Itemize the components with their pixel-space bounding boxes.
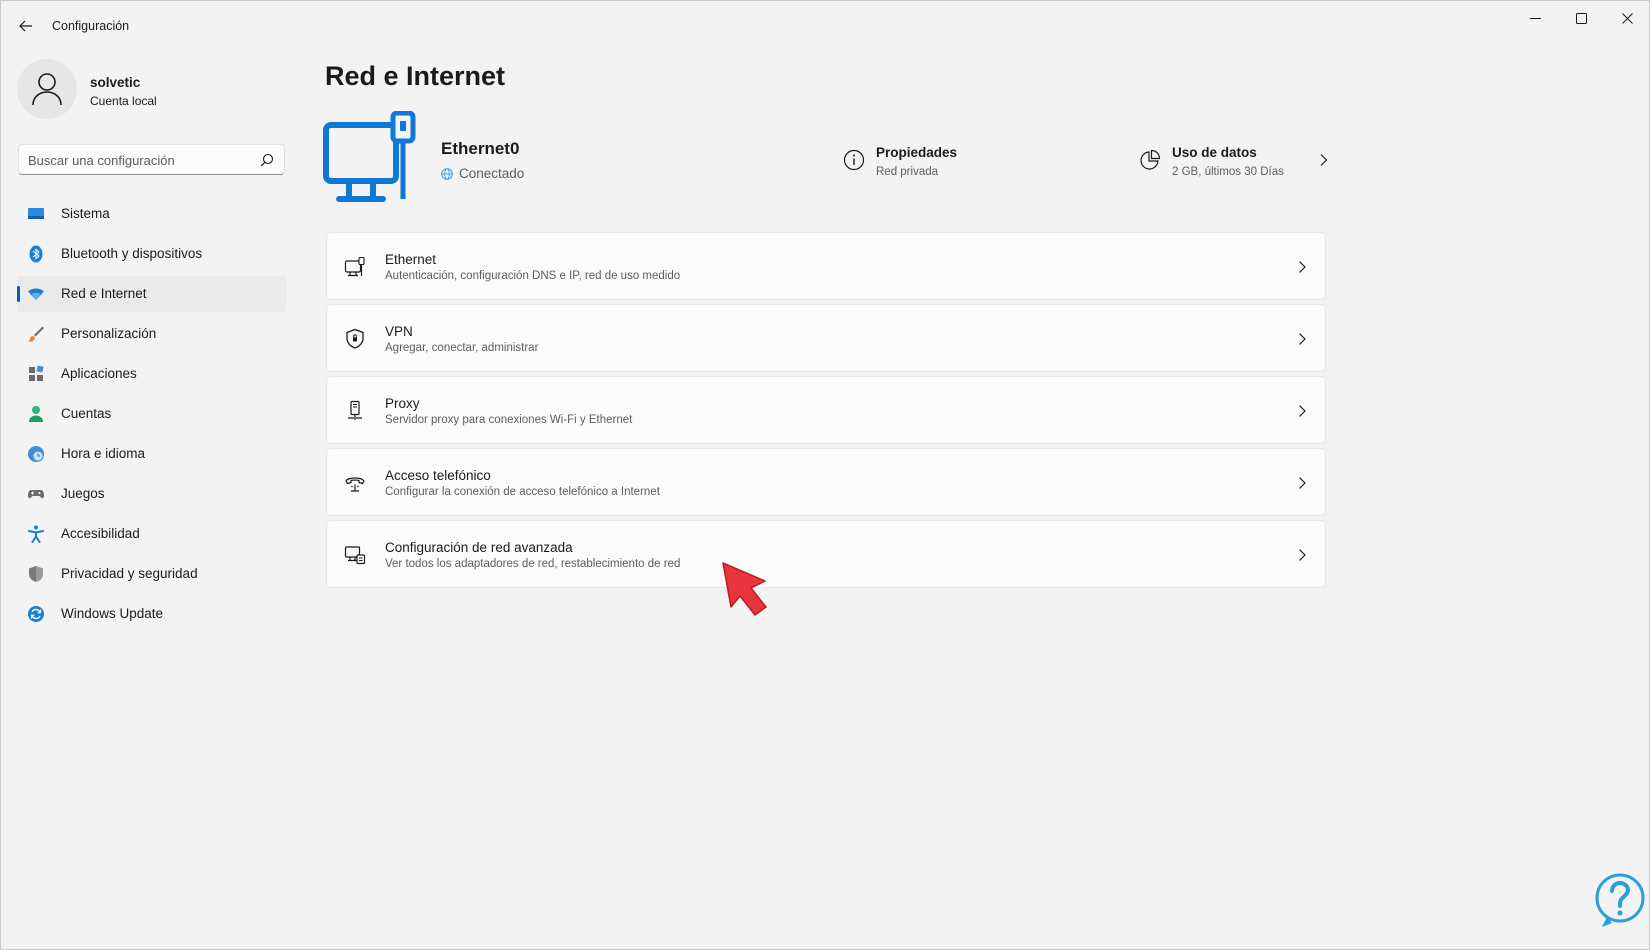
advanced-network-icon (344, 546, 366, 565)
sidebar-item-windows-update[interactable]: Windows Update (17, 596, 286, 632)
search-input[interactable] (28, 151, 248, 169)
accessibility-icon (28, 525, 44, 543)
shield-icon (29, 566, 43, 582)
properties-subtitle: Red privada (876, 166, 939, 178)
card-subtitle: Servidor proxy para conexiones Wi-Fi y E… (385, 414, 633, 426)
data-usage-title: Uso de datos (1172, 145, 1257, 160)
info-icon (843, 149, 865, 171)
properties-title: Propiedades (876, 145, 958, 160)
page-title: Red e Internet (325, 61, 506, 91)
search-box[interactable] (18, 144, 285, 175)
settings-list: Ethernet Autenticación, configuración DN… (326, 232, 1326, 592)
sidebar-item-label: Windows Update (61, 606, 164, 621)
update-icon (28, 606, 44, 622)
sidebar-item-juegos[interactable]: Juegos (17, 476, 286, 512)
data-usage-link[interactable]: Uso de datos 2 GB, últimos 30 Días (1139, 141, 1329, 181)
sidebar-item-hora-idioma[interactable]: Hora e idioma (17, 436, 286, 472)
card-title: Acceso telefónico (385, 468, 491, 483)
sidebar-item-label: Privacidad y seguridad (61, 566, 198, 581)
connection-summary: Ethernet0 Conectado Propiedades Red priv… (323, 111, 1328, 211)
data-usage-subtitle: 2 GB, últimos 30 Días (1172, 166, 1284, 178)
maximize-button[interactable] (1558, 1, 1604, 35)
card-title: Proxy (385, 396, 420, 411)
minimize-icon (1529, 17, 1541, 19)
globe-icon (441, 167, 453, 180)
chevron-right-icon (1299, 405, 1306, 417)
sidebar-item-bluetooth[interactable]: Bluetooth y dispositivos (17, 236, 286, 272)
user-profile[interactable]: solvetic Cuenta local (17, 59, 277, 119)
app-title: Configuración (52, 19, 130, 33)
connection-name: Ethernet0 (441, 139, 520, 158)
profile-name: solvetic (90, 75, 141, 90)
user-avatar-icon (32, 73, 62, 106)
chevron-right-icon (1320, 154, 1328, 166)
brush-icon (28, 326, 44, 342)
vpn-shield-icon (346, 328, 364, 349)
sidebar-item-label: Aplicaciones (61, 366, 137, 381)
card-subtitle: Autenticación, configuración DNS e IP, r… (385, 270, 681, 282)
avatar (17, 59, 77, 119)
connection-status: Conectado (441, 166, 524, 181)
sidebar-item-label: Juegos (61, 486, 105, 501)
sidebar-item-label: Red e Internet (61, 286, 147, 301)
properties-link[interactable]: Propiedades Red privada (843, 141, 1043, 181)
card-proxy[interactable]: Proxy Servidor proxy para conexiones Wi-… (326, 376, 1326, 444)
card-subtitle: Ver todos los adaptadores de red, restab… (385, 558, 681, 570)
back-arrow-icon (19, 20, 32, 32)
ethernet-icon (344, 256, 365, 277)
sidebar-item-label: Hora e idioma (61, 446, 146, 461)
watermark-logo-icon (1595, 873, 1645, 927)
sidebar-item-accesibilidad[interactable]: Accesibilidad (17, 516, 286, 552)
bluetooth-icon (29, 245, 43, 263)
card-title: Configuración de red avanzada (385, 540, 573, 555)
close-button[interactable] (1604, 1, 1650, 35)
card-ethernet[interactable]: Ethernet Autenticación, configuración DN… (326, 232, 1326, 300)
sidebar-nav: Sistema Bluetooth y dispositivos Red e I… (17, 196, 286, 636)
close-icon (1621, 12, 1633, 24)
chevron-right-icon (1299, 477, 1306, 489)
red-pointer-arrow-icon (722, 562, 767, 616)
sidebar-item-cuentas[interactable]: Cuentas (17, 396, 286, 432)
sidebar-item-privacidad[interactable]: Privacidad y seguridad (17, 556, 286, 592)
card-configuracion-red-avanzada[interactable]: Configuración de red avanzada Ver todos … (326, 520, 1326, 588)
wifi-icon (28, 288, 44, 300)
profile-account-type: Cuenta local (90, 94, 157, 108)
monitor-icon (28, 208, 44, 219)
minimize-button[interactable] (1512, 1, 1558, 35)
title-bar: Configuración (1, 1, 1649, 51)
sidebar-item-sistema[interactable]: Sistema (17, 196, 286, 232)
sidebar-item-red-internet[interactable]: Red e Internet (17, 276, 286, 312)
pie-chart-icon (1140, 149, 1161, 170)
card-title: Ethernet (385, 252, 437, 267)
chevron-right-icon (1299, 261, 1306, 273)
chevron-right-icon (1299, 333, 1306, 345)
ethernet-computer-icon (323, 111, 416, 202)
back-button[interactable] (13, 13, 39, 39)
maximize-icon (1575, 12, 1587, 24)
card-vpn[interactable]: VPN Agregar, conectar, administrar (326, 304, 1326, 372)
sidebar-item-aplicaciones[interactable]: Aplicaciones (17, 356, 286, 392)
dialup-icon (345, 477, 365, 492)
search-icon[interactable] (260, 153, 274, 167)
sidebar-item-label: Personalización (61, 326, 157, 341)
settings-window: Configuración solvetic Cuenta local Busc… (0, 0, 1650, 950)
chevron-right-icon (1299, 549, 1306, 561)
sidebar-item-label: Bluetooth y dispositivos (61, 246, 203, 261)
card-subtitle: Configurar la conexión de acceso telefón… (385, 486, 660, 498)
person-icon (29, 406, 43, 422)
card-acceso-telefonico[interactable]: Acceso telefónico Configurar la conexión… (326, 448, 1326, 516)
clock-globe-icon (28, 446, 44, 462)
sidebar-item-label: Accesibilidad (61, 526, 140, 541)
connection-status-text: Conectado (459, 166, 525, 181)
sidebar-item-personalizacion[interactable]: Personalización (17, 316, 286, 352)
card-title: VPN (385, 324, 413, 339)
card-subtitle: Agregar, conectar, administrar (385, 342, 539, 354)
sidebar-item-label: Cuentas (61, 406, 112, 421)
proxy-icon (348, 400, 362, 420)
gamepad-icon (28, 490, 44, 499)
apps-icon (29, 365, 44, 381)
sidebar-item-label: Sistema (61, 206, 110, 221)
